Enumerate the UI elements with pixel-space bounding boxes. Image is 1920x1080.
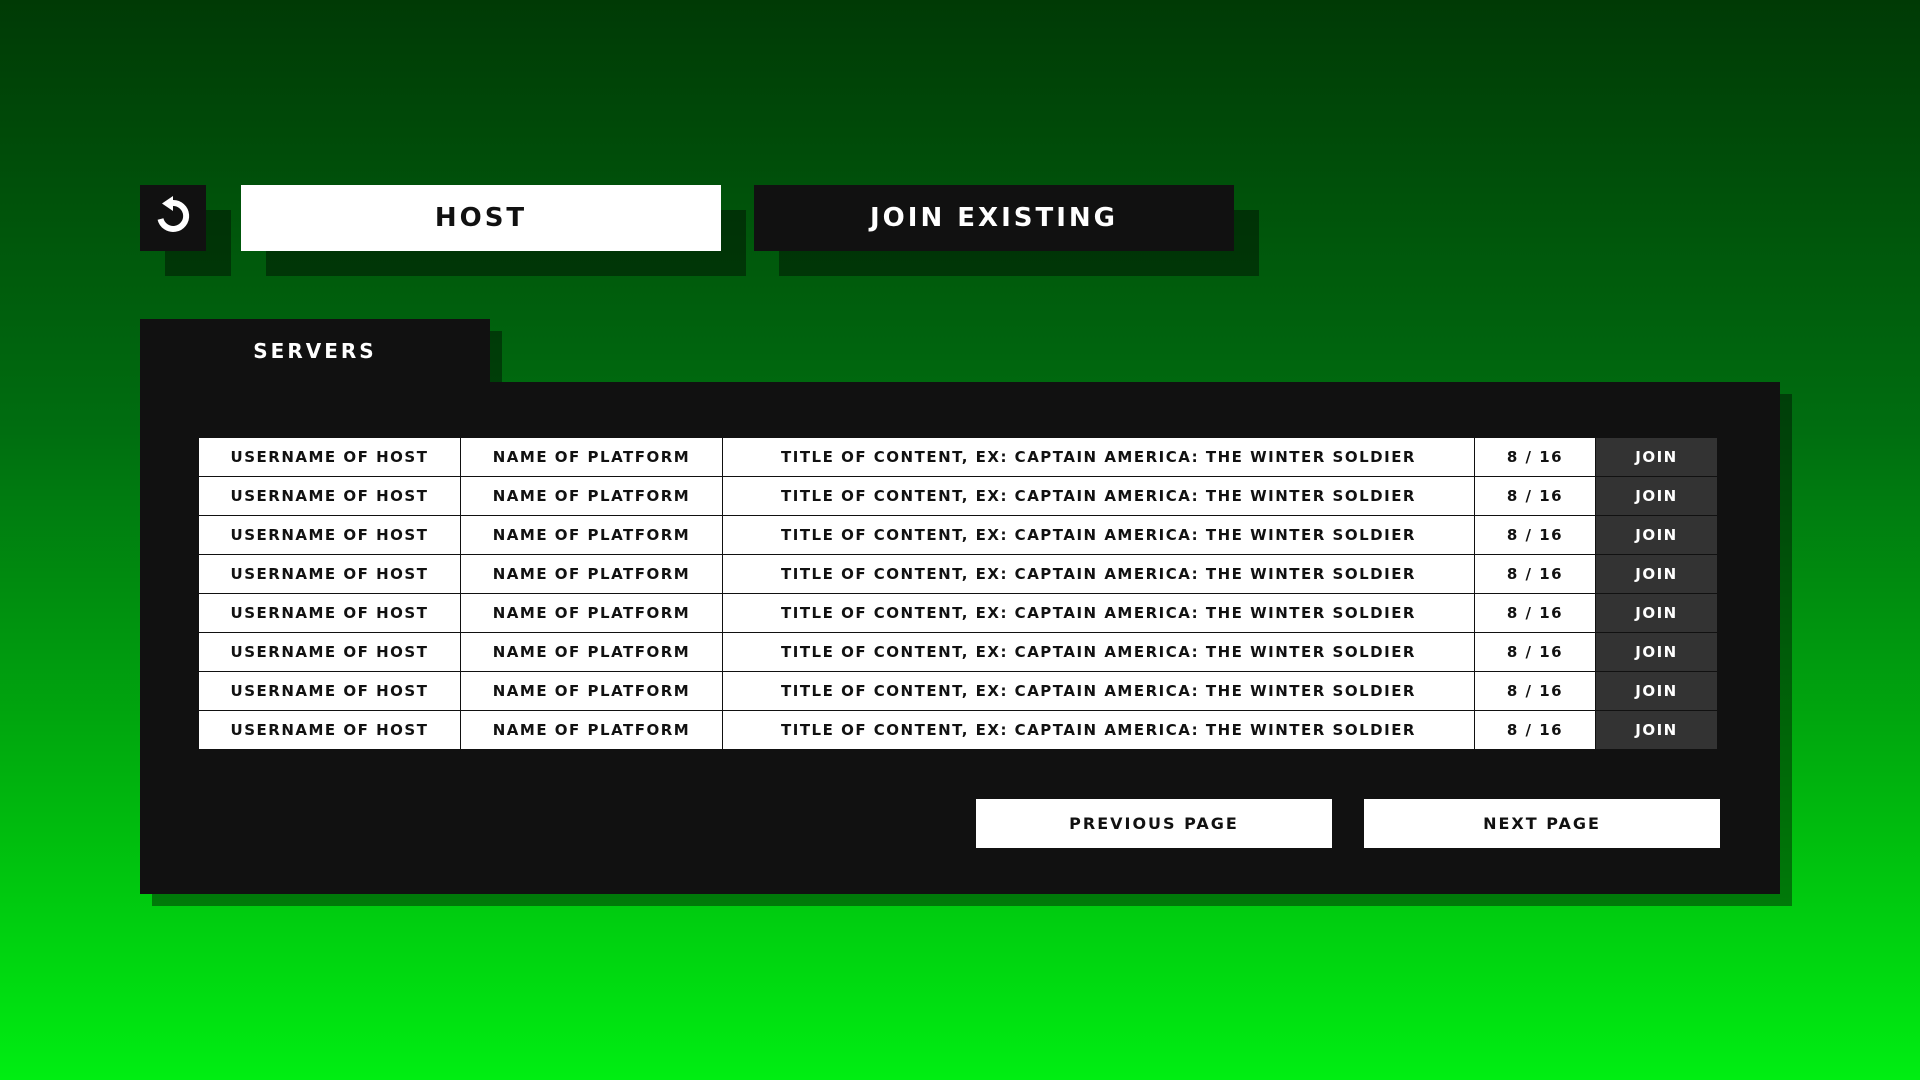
platform-name-cell: NAME OF PLATFORM [460, 593, 723, 633]
platform-name-cell: NAME OF PLATFORM [460, 710, 723, 750]
platform-name-cell: NAME OF PLATFORM [460, 476, 723, 516]
tab-host[interactable]: HOST [241, 185, 721, 251]
player-count-cell: 8 / 16 [1474, 593, 1596, 633]
host-username-cell: USERNAME OF HOST [198, 593, 461, 633]
join-button[interactable]: JOIN [1595, 671, 1718, 711]
join-button[interactable]: JOIN [1595, 515, 1718, 555]
join-button[interactable]: JOIN [1595, 593, 1718, 633]
platform-name-cell: NAME OF PLATFORM [460, 437, 723, 477]
host-username-cell: USERNAME OF HOST [198, 632, 461, 672]
player-count-cell: 8 / 16 [1474, 671, 1596, 711]
server-list-table: USERNAME OF HOST NAME OF PLATFORM TITLE … [198, 437, 1718, 750]
platform-name-cell: NAME OF PLATFORM [460, 554, 723, 594]
content-title-cell: TITLE OF CONTENT, EX: CAPTAIN AMERICA: T… [722, 671, 1475, 711]
tab-join-existing[interactable]: JOIN EXISTING [754, 185, 1234, 251]
table-row: USERNAME OF HOST NAME OF PLATFORM TITLE … [198, 710, 1718, 750]
back-button[interactable] [140, 185, 206, 251]
table-row: USERNAME OF HOST NAME OF PLATFORM TITLE … [198, 554, 1718, 594]
table-row: USERNAME OF HOST NAME OF PLATFORM TITLE … [198, 593, 1718, 633]
table-row: USERNAME OF HOST NAME OF PLATFORM TITLE … [198, 632, 1718, 672]
player-count-cell: 8 / 16 [1474, 437, 1596, 477]
platform-name-cell: NAME OF PLATFORM [460, 515, 723, 555]
platform-name-cell: NAME OF PLATFORM [460, 671, 723, 711]
host-username-cell: USERNAME OF HOST [198, 671, 461, 711]
table-row: USERNAME OF HOST NAME OF PLATFORM TITLE … [198, 515, 1718, 555]
host-username-cell: USERNAME OF HOST [198, 554, 461, 594]
player-count-cell: 8 / 16 [1474, 554, 1596, 594]
host-username-cell: USERNAME OF HOST [198, 476, 461, 516]
join-button[interactable]: JOIN [1595, 710, 1718, 750]
undo-arrow-icon [153, 196, 193, 240]
servers-title: SERVERS [140, 319, 490, 383]
host-username-cell: USERNAME OF HOST [198, 515, 461, 555]
join-button[interactable]: JOIN [1595, 554, 1718, 594]
table-row: USERNAME OF HOST NAME OF PLATFORM TITLE … [198, 437, 1718, 477]
join-button[interactable]: JOIN [1595, 437, 1718, 477]
content-title-cell: TITLE OF CONTENT, EX: CAPTAIN AMERICA: T… [722, 710, 1475, 750]
platform-name-cell: NAME OF PLATFORM [460, 632, 723, 672]
table-row: USERNAME OF HOST NAME OF PLATFORM TITLE … [198, 671, 1718, 711]
player-count-cell: 8 / 16 [1474, 632, 1596, 672]
content-title-cell: TITLE OF CONTENT, EX: CAPTAIN AMERICA: T… [722, 515, 1475, 555]
content-title-cell: TITLE OF CONTENT, EX: CAPTAIN AMERICA: T… [722, 554, 1475, 594]
host-username-cell: USERNAME OF HOST [198, 710, 461, 750]
player-count-cell: 8 / 16 [1474, 710, 1596, 750]
host-username-cell: USERNAME OF HOST [198, 437, 461, 477]
next-page-button[interactable]: NEXT PAGE [1364, 799, 1720, 848]
content-title-cell: TITLE OF CONTENT, EX: CAPTAIN AMERICA: T… [722, 437, 1475, 477]
previous-page-button[interactable]: PREVIOUS PAGE [976, 799, 1332, 848]
player-count-cell: 8 / 16 [1474, 515, 1596, 555]
join-button[interactable]: JOIN [1595, 476, 1718, 516]
content-title-cell: TITLE OF CONTENT, EX: CAPTAIN AMERICA: T… [722, 593, 1475, 633]
servers-panel: USERNAME OF HOST NAME OF PLATFORM TITLE … [140, 382, 1780, 894]
content-title-cell: TITLE OF CONTENT, EX: CAPTAIN AMERICA: T… [722, 632, 1475, 672]
join-button[interactable]: JOIN [1595, 632, 1718, 672]
player-count-cell: 8 / 16 [1474, 476, 1596, 516]
table-row: USERNAME OF HOST NAME OF PLATFORM TITLE … [198, 476, 1718, 516]
content-title-cell: TITLE OF CONTENT, EX: CAPTAIN AMERICA: T… [722, 476, 1475, 516]
